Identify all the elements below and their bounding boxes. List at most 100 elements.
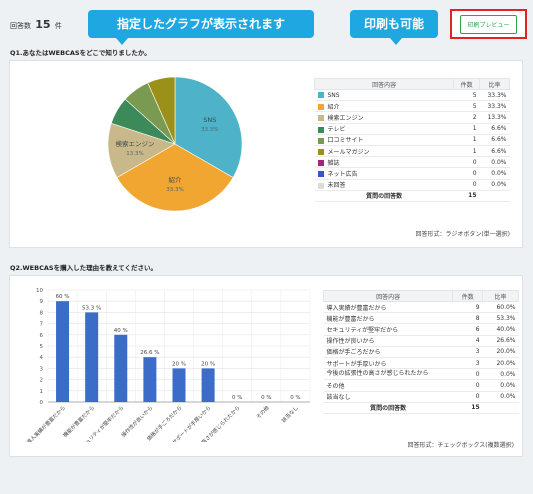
table-row: 操作性が良いから 4 26.6% [323, 335, 519, 347]
answer-ratio: 0.0% [482, 379, 519, 392]
y-tick-label: 5 [40, 344, 44, 350]
answer-label: サポートが手厚いから [326, 360, 387, 368]
pie-slice-label: SNS [203, 116, 216, 124]
pie-slice-label: 検索エンジン [116, 139, 155, 148]
q2-col-answer: 回答内容 [322, 290, 454, 302]
table-row: 未回答 0 0.0% [314, 179, 510, 191]
answer-count: 1 [453, 145, 480, 158]
answer-label: 機能が豊富だから [326, 315, 375, 323]
answer-label: SNS [327, 91, 340, 99]
table-row: 検索エンジン 2 13.3% [314, 111, 510, 124]
q2-col-ratio: 比率 [482, 290, 519, 302]
answer-count: 0 [453, 179, 480, 191]
answer-label-cell: 雑誌 [314, 156, 454, 169]
y-tick-label: 3 [40, 366, 44, 372]
legend-swatch [317, 137, 324, 144]
table-row: 口コミサイト 1 6.6% [314, 134, 510, 146]
answer-ratio: 0.0% [482, 391, 519, 403]
answer-label: その他 [326, 382, 345, 390]
answer-label: テレビ [327, 126, 346, 134]
legend-swatch [317, 92, 324, 99]
q1-answer-table: 回答内容 件数 比率 SNS 5 33.3% 紹介 5 33.3% 検索エンジン 2 13.3%… [313, 78, 510, 202]
answer-ratio: 13.3% [479, 111, 510, 124]
answer-label-cell: サポートが手厚いから [323, 357, 453, 370]
table-row: 今後の拡張性の高さが感じられたから 0 0.0% [323, 368, 519, 381]
total-empty [479, 190, 510, 202]
answer-label-cell: 該当なし [323, 391, 453, 403]
answer-label-cell: ネット広告 [314, 167, 454, 180]
answer-label: セキュリティが堅牢だから [326, 326, 399, 334]
bar-data-label: 53.3 % [82, 305, 101, 311]
answer-label: 雑誌 [327, 159, 340, 167]
x-category-label: 導入実績が豊富だから [25, 404, 67, 442]
q2-col-count: 件数 [452, 290, 484, 302]
q2-response-type: 回答形式：チェックボックス(複数選択) [407, 442, 514, 449]
q1-response-type: 回答形式：ラジオボタン(単一選択) [415, 231, 510, 238]
q2-panel: 0 1 2 3 4 5 6 7 8 9 10 60 % 導入実績が豊富だから 53.3 % 機能が豊富だから… [9, 275, 523, 457]
total-label: 質問の回答数 [314, 190, 454, 202]
answer-label-cell: その他 [323, 379, 453, 392]
answer-label: 導入実績が豊富だから [326, 304, 387, 312]
answer-count: 1 [453, 123, 480, 135]
table-row: 機能が豊富だから 8 53.3% [323, 312, 519, 325]
answer-ratio: 60.0% [482, 301, 519, 314]
table-row: 価格が手ごろだから 3 20.0% [323, 346, 519, 358]
answer-count: 4 [452, 335, 483, 347]
answer-label-cell: 口コミサイト [314, 134, 454, 146]
response-count-label: 回答数 [10, 22, 31, 30]
answer-count: 5 [453, 89, 480, 102]
answer-label-cell: セキュリティが堅牢だから [323, 323, 453, 336]
x-category-label: その他 [254, 404, 271, 421]
bar [56, 301, 70, 402]
legend-swatch [317, 160, 324, 167]
answer-ratio: 20.0% [482, 346, 519, 358]
bar [201, 368, 215, 402]
response-count-unit: 件 [54, 22, 62, 30]
y-tick-label: 9 [40, 299, 44, 305]
x-category-label: 該当なし [280, 404, 300, 424]
answer-count: 9 [452, 301, 483, 314]
bar-data-label: 26.6 % [140, 350, 159, 356]
answer-label-cell: 紹介 [314, 100, 454, 113]
pie-slice-pct: 33.3% [201, 127, 218, 133]
answer-ratio: 33.3% [479, 89, 510, 102]
print-preview-button[interactable]: 印刷プレビュー [460, 14, 517, 34]
answer-label: 該当なし [326, 394, 351, 402]
answer-label: ネット広告 [327, 170, 358, 178]
legend-swatch [317, 171, 324, 178]
y-tick-label: 8 [40, 310, 44, 316]
answer-ratio: 0.0% [479, 167, 510, 180]
table-row: 導入実績が豊富だから 9 60.0% [323, 301, 519, 314]
total-label: 質問の回答数 [323, 402, 453, 414]
total-row: 質問の回答数 15 [314, 190, 510, 202]
answer-ratio: 0.0% [479, 156, 510, 169]
answer-ratio: 33.3% [479, 100, 510, 113]
y-tick-label: 6 [40, 333, 44, 339]
q2-answer-table: 回答内容 件数 比率 導入実績が豊富だから 9 60.0% 機能が豊富だから 8 53.3… [322, 290, 519, 414]
bar-data-label: 20 % [201, 361, 215, 367]
answer-count: 0 [453, 167, 480, 180]
bar-data-label: 0 % [290, 395, 300, 401]
answer-label-cell: テレビ [314, 123, 454, 135]
q2-title: Q2.WEBCASを購入した理由を教えてください。 [10, 264, 158, 272]
legend-swatch [317, 115, 324, 122]
y-tick-label: 2 [40, 378, 44, 384]
answer-label-cell: 導入実績が豊富だから [323, 301, 453, 314]
q1-pie-chart: SNS 33.3% 紹介 33.3% 検索エンジン 13.3% [107, 76, 243, 212]
answer-ratio: 0.0% [482, 368, 519, 381]
pie-slice-pct: 33.3% [166, 187, 183, 193]
answer-ratio: 26.6% [482, 335, 519, 347]
bar-data-label: 0 % [261, 395, 271, 401]
table-row: SNS 5 33.3% [314, 89, 510, 102]
answer-label-cell: 今後の拡張性の高さが感じられたから [323, 368, 453, 381]
bar [143, 357, 157, 402]
legend-swatch [317, 126, 324, 133]
total-empty [482, 402, 519, 414]
answer-ratio: 6.6% [479, 123, 510, 135]
answer-label-cell: メールマガジン [314, 145, 454, 158]
answer-ratio: 6.6% [479, 145, 510, 158]
table-row: テレビ 1 6.6% [314, 123, 510, 135]
answer-label: 未回答 [327, 182, 346, 190]
answer-label: 価格が手ごろだから [326, 349, 381, 357]
answer-count: 8 [452, 312, 483, 325]
